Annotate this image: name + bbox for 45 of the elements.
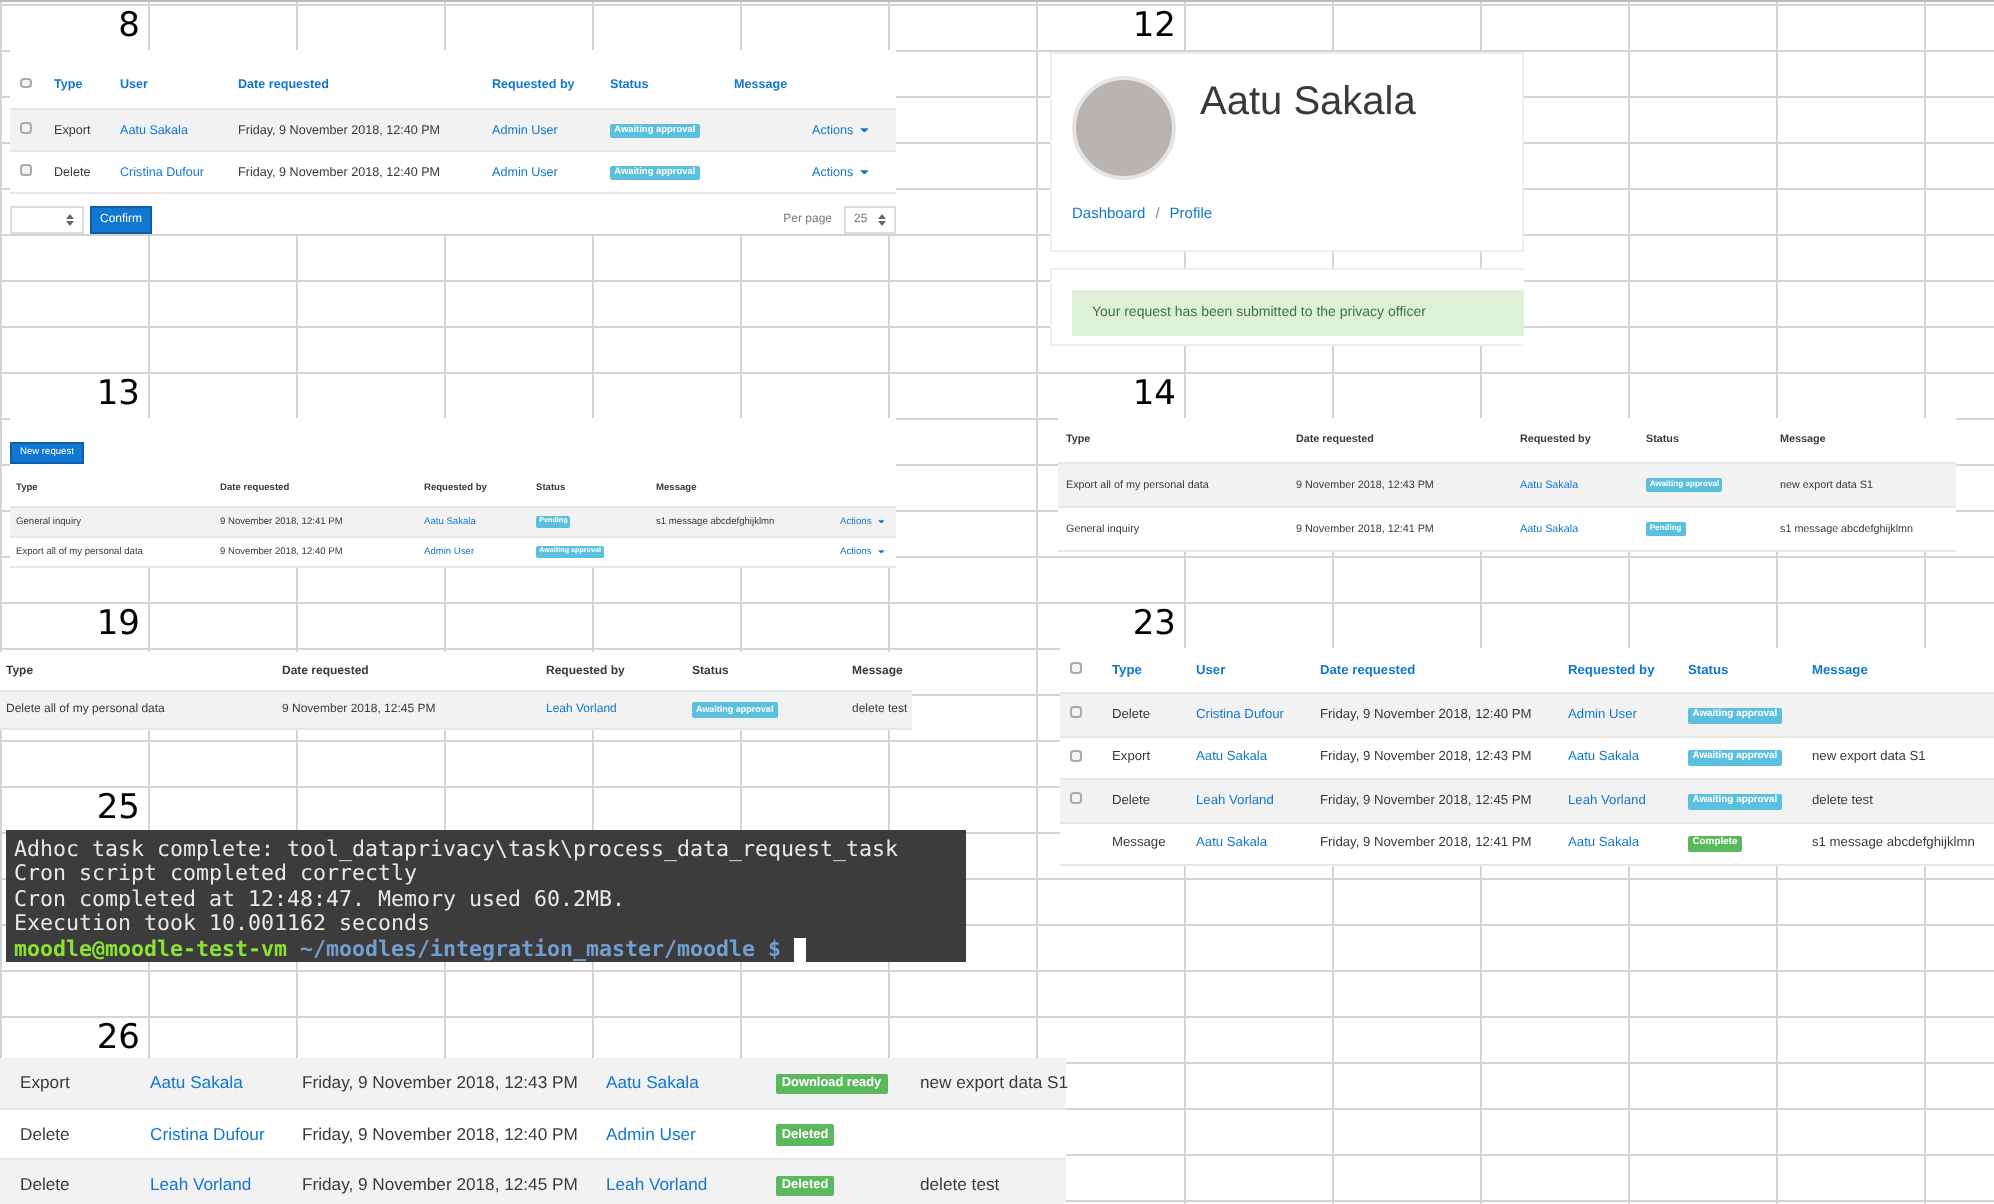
cell-text: Friday, 9 November 2018, 12:45 PM — [302, 1174, 578, 1195]
cell-text: Delete — [20, 1174, 70, 1195]
cell-text: Delete — [20, 1123, 70, 1144]
cell-number: 14 — [1130, 372, 1176, 418]
person-name-link[interactable]: Admin User — [606, 1123, 696, 1144]
row-checkbox[interactable] — [1070, 706, 1082, 719]
cell-number: 12 — [1130, 4, 1176, 50]
select-all-checkbox[interactable] — [1070, 662, 1082, 674]
person-name-link[interactable]: Aatu Sakala — [606, 1072, 699, 1093]
prompt-user-host: moodle@moodle-test-vm — [14, 937, 288, 963]
caret-icon — [877, 550, 885, 554]
caret-icon — [859, 127, 869, 133]
bulk-action-select[interactable] — [10, 206, 84, 234]
cell-number: 26 — [94, 1016, 140, 1062]
row-checkbox[interactable] — [1070, 749, 1082, 762]
profile-name: Aatu Sakala — [1200, 78, 1416, 126]
caret-icon — [859, 169, 869, 175]
select-all-checkbox[interactable] — [20, 77, 32, 89]
caret-icon — [877, 520, 885, 524]
person-name-link[interactable]: Cristina Dufour — [150, 1123, 265, 1144]
avatar-placeholder — [1072, 76, 1176, 180]
cell-number: 8 — [116, 4, 140, 50]
cell-number: 25 — [94, 786, 140, 832]
cell-text: Friday, 9 November 2018, 12:40 PM — [302, 1123, 578, 1144]
terminal-output: Execution took 10.001162 seconds — [14, 912, 431, 938]
select-arrows-icon — [66, 214, 74, 226]
select-arrows-icon — [878, 214, 886, 226]
text-cursor — [794, 937, 807, 962]
cell-text: new export data S1 — [920, 1072, 1069, 1093]
cell-number: 19 — [94, 602, 140, 648]
cell-number: 23 — [1130, 602, 1176, 648]
terminal-output: Cron completed at 12:48:47. Memory used 60.2MB. — [14, 887, 628, 913]
terminal-output: Cron script completed correctly — [14, 862, 418, 888]
cell-text: delete test — [920, 1174, 1000, 1195]
row-checkbox[interactable] — [1070, 792, 1082, 805]
row-checkbox[interactable] — [20, 164, 32, 176]
terminal-output: Adhoc task complete: tool_dataprivacy\task\process_data_request_task — [14, 838, 901, 863]
person-name-link[interactable]: Leah Vorland — [606, 1174, 708, 1195]
prompt-path: ~/moodles/integration_master/moodle $ — [300, 937, 782, 963]
row-checkbox[interactable] — [20, 122, 32, 134]
person-name-link[interactable]: Leah Vorland — [150, 1174, 252, 1195]
cell-text: Friday, 9 November 2018, 12:43 PM — [302, 1072, 578, 1093]
cell-text: Export — [20, 1072, 70, 1093]
person-name-link[interactable]: Aatu Sakala — [150, 1072, 243, 1093]
cell-number: 13 — [94, 372, 140, 418]
